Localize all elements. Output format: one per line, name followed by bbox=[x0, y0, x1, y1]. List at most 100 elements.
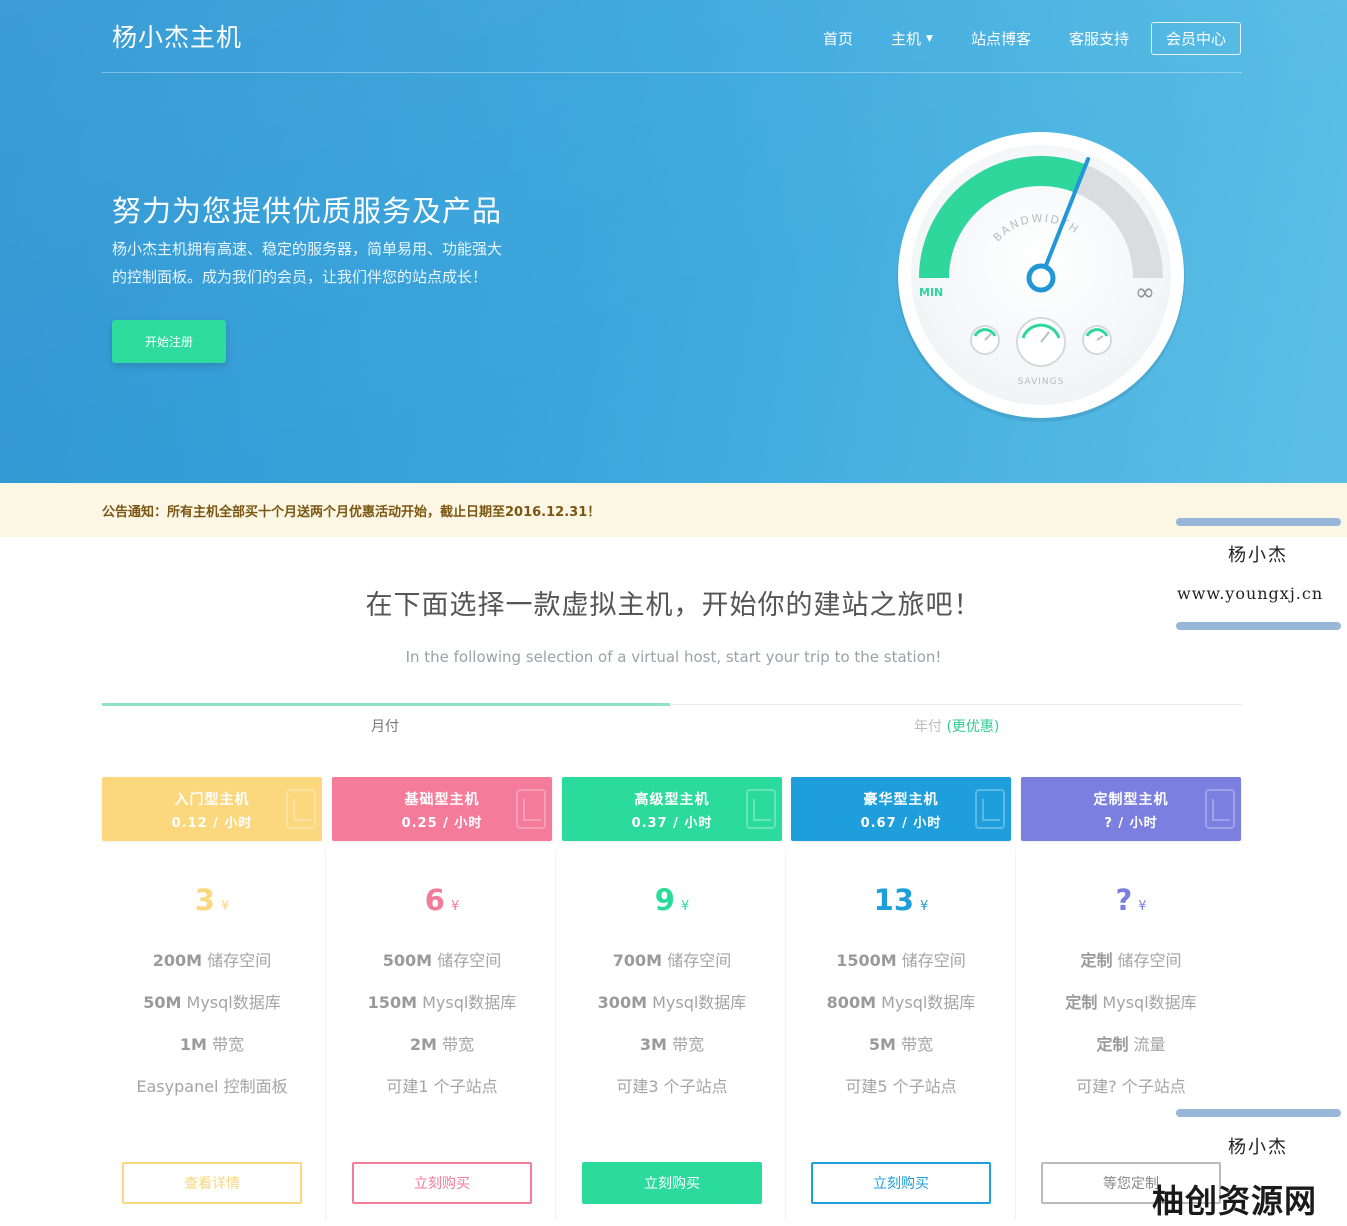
plan-feature-extra: 可建5 个子站点 bbox=[845, 1077, 957, 1096]
gauge-label-max: ∞ bbox=[1135, 278, 1155, 306]
billing-tab-indicator bbox=[102, 703, 670, 706]
feature-value: 200M bbox=[152, 951, 203, 970]
watermark-site-name: 柚创资源网 bbox=[1152, 1182, 1318, 1220]
feature-label: 带宽 bbox=[666, 1035, 705, 1054]
plan-currency: ¥ bbox=[220, 899, 230, 914]
plan-feature-storage: 1500M 储存空间 bbox=[791, 947, 1011, 971]
plan-feature-storage: 500M 储存空间 bbox=[332, 947, 552, 971]
notice-text: 公告通知：所有主机全部买十个月送两个月优惠活动开始，截止日期至2016.12.3… bbox=[102, 504, 601, 520]
plan-feature-bandwidth: 5M 带宽 bbox=[791, 1031, 1011, 1055]
plan-feature-extra: 可建1 个子站点 bbox=[386, 1077, 498, 1096]
plan-feature-database: 定制 Mysql数据库 bbox=[1021, 989, 1241, 1013]
feature-value: 2M bbox=[409, 1035, 437, 1054]
plan-feature-storage: 200M 储存空间 bbox=[102, 947, 322, 971]
plan-feature-storage: 700M 储存空间 bbox=[562, 947, 782, 971]
feature-value: 500M bbox=[382, 951, 433, 970]
plan-card-advanced: 高级型主机 0.37 / 小时 9 ¥700M 储存空间 300M Mysql数据库 3M… bbox=[562, 777, 782, 1207]
plan-feature-database: 300M Mysql数据库 bbox=[562, 989, 782, 1013]
brand-logo[interactable]: 杨小杰主机 bbox=[112, 18, 242, 54]
server-icon bbox=[1205, 789, 1235, 829]
feature-label: Mysql数据库 bbox=[181, 993, 281, 1012]
feature-label: 带宽 bbox=[895, 1035, 934, 1054]
plan-feature-database: 150M Mysql数据库 bbox=[332, 989, 552, 1013]
feature-value: 50M bbox=[143, 993, 182, 1012]
nav-support[interactable]: 客服支持 bbox=[1069, 28, 1129, 49]
top-nav: 首页 主机 ▼ 站点博客 客服支持 会员中心 bbox=[785, 22, 1241, 55]
plan-header: 基础型主机 0.25 / 小时 bbox=[332, 777, 552, 841]
server-icon bbox=[746, 789, 776, 829]
nav-home[interactable]: 首页 bbox=[823, 28, 853, 49]
plan-card-deluxe: 豪华型主机 0.67 / 小时 13 ¥1500M 储存空间 800M Mysql数据库… bbox=[791, 777, 1011, 1207]
plan-divider bbox=[555, 850, 556, 1220]
member-center-button[interactable]: 会员中心 bbox=[1150, 22, 1241, 55]
plan-currency: ¥ bbox=[920, 899, 929, 914]
feature-value: 800M bbox=[826, 993, 876, 1012]
plan-feature-storage: 定制 储存空间 bbox=[1021, 947, 1241, 971]
feature-label: Mysql数据库 bbox=[417, 993, 517, 1012]
plan-price-value: 13 bbox=[873, 883, 915, 917]
feature-label: 储存空间 bbox=[202, 951, 272, 970]
tab-monthly[interactable]: 月付 bbox=[371, 716, 399, 736]
plan-price-value: ? bbox=[1115, 883, 1133, 917]
feature-label: 储存空间 bbox=[432, 951, 502, 970]
plan-action-button[interactable]: 立刻购买 bbox=[352, 1162, 532, 1204]
feature-value: 300M bbox=[597, 993, 647, 1012]
tab-yearly-hint: (更优惠) bbox=[946, 719, 1000, 735]
feature-label: 带宽 bbox=[206, 1035, 245, 1054]
gauge-label-savings: SAVINGS bbox=[1018, 377, 1065, 387]
plan-card-basic: 基础型主机 0.25 / 小时 6 ¥500M 储存空间 150M Mysql数据库 2M… bbox=[332, 777, 552, 1207]
feature-value: 1M bbox=[179, 1035, 207, 1054]
feature-label: 储存空间 bbox=[662, 951, 732, 970]
plan-currency: ¥ bbox=[1138, 899, 1147, 914]
feature-value: 150M bbox=[367, 993, 417, 1012]
plan-price-value: 6 bbox=[424, 883, 445, 917]
feature-label: 储存空间 bbox=[1112, 951, 1182, 970]
feature-value: 3M bbox=[639, 1035, 667, 1054]
plan-action-button[interactable]: 查看详情 bbox=[122, 1162, 302, 1204]
plan-feature-bandwidth: 3M 带宽 bbox=[562, 1031, 782, 1055]
plan-divider bbox=[1015, 850, 1016, 1220]
feature-label: 储存空间 bbox=[896, 951, 966, 970]
notice-bar: 公告通知：所有主机全部买十个月送两个月优惠活动开始，截止日期至2016.12.3… bbox=[0, 483, 1347, 537]
plan-feature-extra: Easypanel 控制面板 bbox=[136, 1077, 288, 1096]
server-icon bbox=[975, 789, 1005, 829]
feature-value: 定制 bbox=[1065, 993, 1098, 1012]
plan-feature-extra: 可建3 个子站点 bbox=[616, 1077, 728, 1096]
plan-price: 3 ¥ bbox=[102, 883, 322, 917]
plan-currency: ¥ bbox=[450, 899, 460, 914]
feature-value: 700M bbox=[612, 951, 663, 970]
tab-yearly[interactable]: 年付 (更优惠) bbox=[914, 716, 999, 736]
plan-feature-extra: 可建? 个子站点 bbox=[1076, 1077, 1186, 1096]
plan-price-value: 9 bbox=[654, 883, 675, 917]
plan-action-button[interactable]: 立刻购买 bbox=[811, 1162, 991, 1204]
nav-hosting-label: 主机 bbox=[891, 30, 922, 48]
feature-label: 带宽 bbox=[436, 1035, 475, 1054]
caret-down-icon: ▼ bbox=[926, 33, 933, 44]
hero-description-line1: 杨小杰主机拥有高速、稳定的服务器，简单易用、功能强大 bbox=[112, 240, 503, 258]
plan-header: 高级型主机 0.37 / 小时 bbox=[562, 777, 782, 841]
server-icon bbox=[286, 789, 316, 829]
plan-currency: ¥ bbox=[680, 899, 690, 914]
register-button[interactable]: 开始注册 bbox=[112, 320, 226, 363]
hero-description-line2: 的控制面板。成为我们的会员，让我们伴您的站点成长！ bbox=[112, 268, 488, 286]
plan-feature-bandwidth: 1M 带宽 bbox=[102, 1031, 322, 1055]
bandwidth-gauge-illustration: BANDWIDTH MIN ∞ SAVINGS bbox=[897, 132, 1185, 422]
plan-header: 定制型主机? / 小时 bbox=[1021, 777, 1241, 841]
tab-yearly-label: 年付 bbox=[914, 719, 942, 735]
feature-label: Mysql数据库 bbox=[876, 993, 976, 1012]
watermark-name: 杨小杰 bbox=[1228, 1137, 1288, 1158]
plan-feature-bandwidth: 2M 带宽 bbox=[332, 1031, 552, 1055]
plan-action-button[interactable]: 立刻购买 bbox=[582, 1162, 762, 1204]
plan-price: 9 ¥ bbox=[562, 883, 782, 917]
plan-feature-bandwidth: 定制 流量 bbox=[1021, 1031, 1241, 1055]
hero-title: 努力为您提供优质服务及产品 bbox=[112, 194, 503, 228]
plans-section-title: 在下面选择一款虚拟主机，开始你的建站之旅吧！ bbox=[365, 590, 982, 621]
feature-value: 定制 bbox=[1080, 951, 1113, 970]
nav-blog[interactable]: 站点博客 bbox=[971, 28, 1031, 49]
nav-hosting[interactable]: 主机 ▼ bbox=[891, 28, 933, 49]
plan-divider bbox=[325, 850, 326, 1220]
watermark-bar bbox=[1176, 518, 1341, 526]
plan-price: ? ¥ bbox=[1021, 883, 1241, 917]
server-icon bbox=[516, 789, 546, 829]
feature-value: 5M bbox=[868, 1035, 896, 1054]
